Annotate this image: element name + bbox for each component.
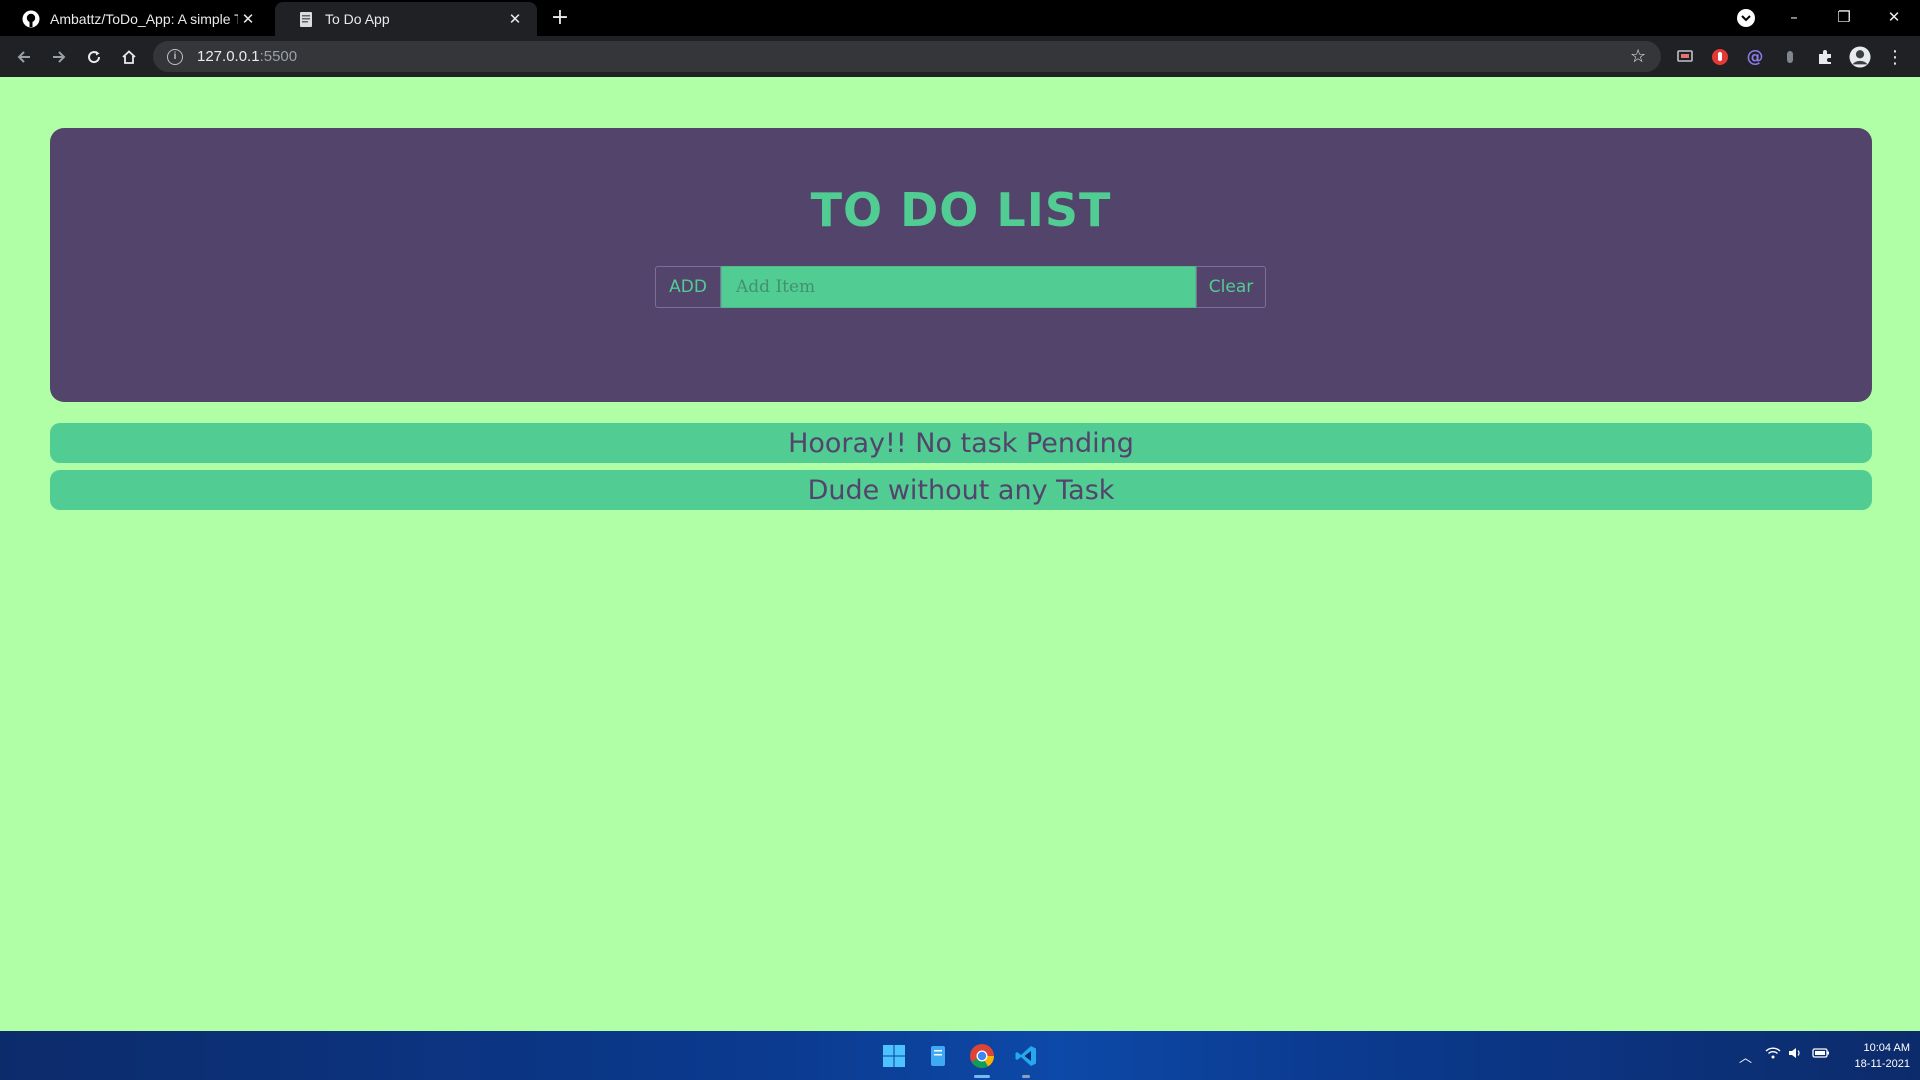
battery-icon[interactable] bbox=[1812, 1047, 1830, 1063]
browser-menu-icon[interactable]: ⋮ bbox=[1884, 46, 1906, 68]
clock-date: 18-11-2021 bbox=[1854, 1058, 1910, 1070]
tab-title: To Do App bbox=[325, 11, 390, 27]
red-extension-icon[interactable] bbox=[1709, 46, 1731, 68]
url-port: :5500 bbox=[259, 48, 298, 65]
add-item-row: ADD Clear bbox=[655, 266, 1266, 308]
browser-tab-strip: Ambattz/ToDo_App: A simple TO ✕ To Do Ap… bbox=[0, 0, 1920, 36]
home-button[interactable] bbox=[116, 44, 142, 70]
vscode-icon[interactable] bbox=[1010, 1040, 1042, 1072]
tab-todo-app[interactable]: To Do App ✕ bbox=[275, 2, 537, 36]
minimize-button[interactable]: – bbox=[1779, 4, 1809, 30]
close-window-button[interactable]: ✕ bbox=[1879, 4, 1909, 30]
address-bar[interactable]: i 127.0.0.1:5500 bbox=[153, 41, 1661, 72]
running-app-indicator bbox=[1022, 1075, 1030, 1078]
forward-button[interactable] bbox=[46, 44, 72, 70]
extensions-puzzle-icon[interactable] bbox=[1814, 46, 1836, 68]
back-button[interactable] bbox=[11, 44, 37, 70]
page-viewport: TO DO LIST ADD Clear Hooray!! No task Pe… bbox=[0, 77, 1920, 1031]
new-tab-button[interactable]: + bbox=[548, 6, 572, 30]
tab-search-icon[interactable] bbox=[1737, 9, 1755, 27]
cast-extension-icon[interactable] bbox=[1674, 46, 1696, 68]
document-icon bbox=[297, 10, 315, 28]
url-host: 127.0.0.1 bbox=[197, 48, 260, 65]
list-item: Hooray!! No task Pending bbox=[50, 423, 1872, 463]
windows-taskbar: ︿ 10:04 AM 18-11-2021 bbox=[0, 1031, 1920, 1080]
list-item: Dude without any Task bbox=[50, 470, 1872, 510]
volume-icon[interactable] bbox=[1788, 1047, 1802, 1063]
active-app-indicator bbox=[974, 1075, 990, 1078]
close-tab-icon[interactable]: ✕ bbox=[238, 9, 258, 29]
site-info-icon[interactable]: i bbox=[167, 48, 183, 65]
browser-toolbar: i 127.0.0.1:5500 ☆ @ ⋮ bbox=[0, 36, 1920, 77]
notepad-icon[interactable] bbox=[922, 1040, 954, 1072]
windows-start-icon[interactable] bbox=[878, 1040, 910, 1072]
close-tab-icon[interactable]: ✕ bbox=[505, 9, 525, 29]
clear-button[interactable]: Clear bbox=[1196, 266, 1266, 308]
reload-button[interactable] bbox=[81, 44, 107, 70]
tab-title: Ambattz/ToDo_App: A simple TO bbox=[50, 11, 238, 27]
at-extension-icon[interactable]: @ bbox=[1744, 46, 1766, 68]
add-button[interactable]: ADD bbox=[655, 266, 721, 308]
restore-button[interactable]: ❐ bbox=[1829, 4, 1859, 30]
todo-card: TO DO LIST ADD Clear bbox=[50, 128, 1872, 402]
clock-time: 10:04 AM bbox=[1863, 1042, 1910, 1054]
wifi-icon[interactable] bbox=[1765, 1047, 1781, 1063]
bookmark-star-icon[interactable]: ☆ bbox=[1630, 46, 1646, 67]
show-hidden-icons-icon[interactable]: ︿ bbox=[1739, 1047, 1752, 1066]
grey-extension-icon[interactable] bbox=[1779, 46, 1801, 68]
profile-avatar-icon[interactable] bbox=[1849, 46, 1871, 68]
chrome-icon[interactable] bbox=[966, 1040, 998, 1072]
page-title: TO DO LIST bbox=[810, 183, 1112, 237]
add-item-input[interactable] bbox=[721, 266, 1196, 308]
tab-github[interactable]: Ambattz/ToDo_App: A simple TO ✕ bbox=[0, 2, 270, 36]
github-icon bbox=[22, 10, 40, 28]
system-clock[interactable]: 10:04 AM 18-11-2021 bbox=[1838, 1040, 1910, 1072]
